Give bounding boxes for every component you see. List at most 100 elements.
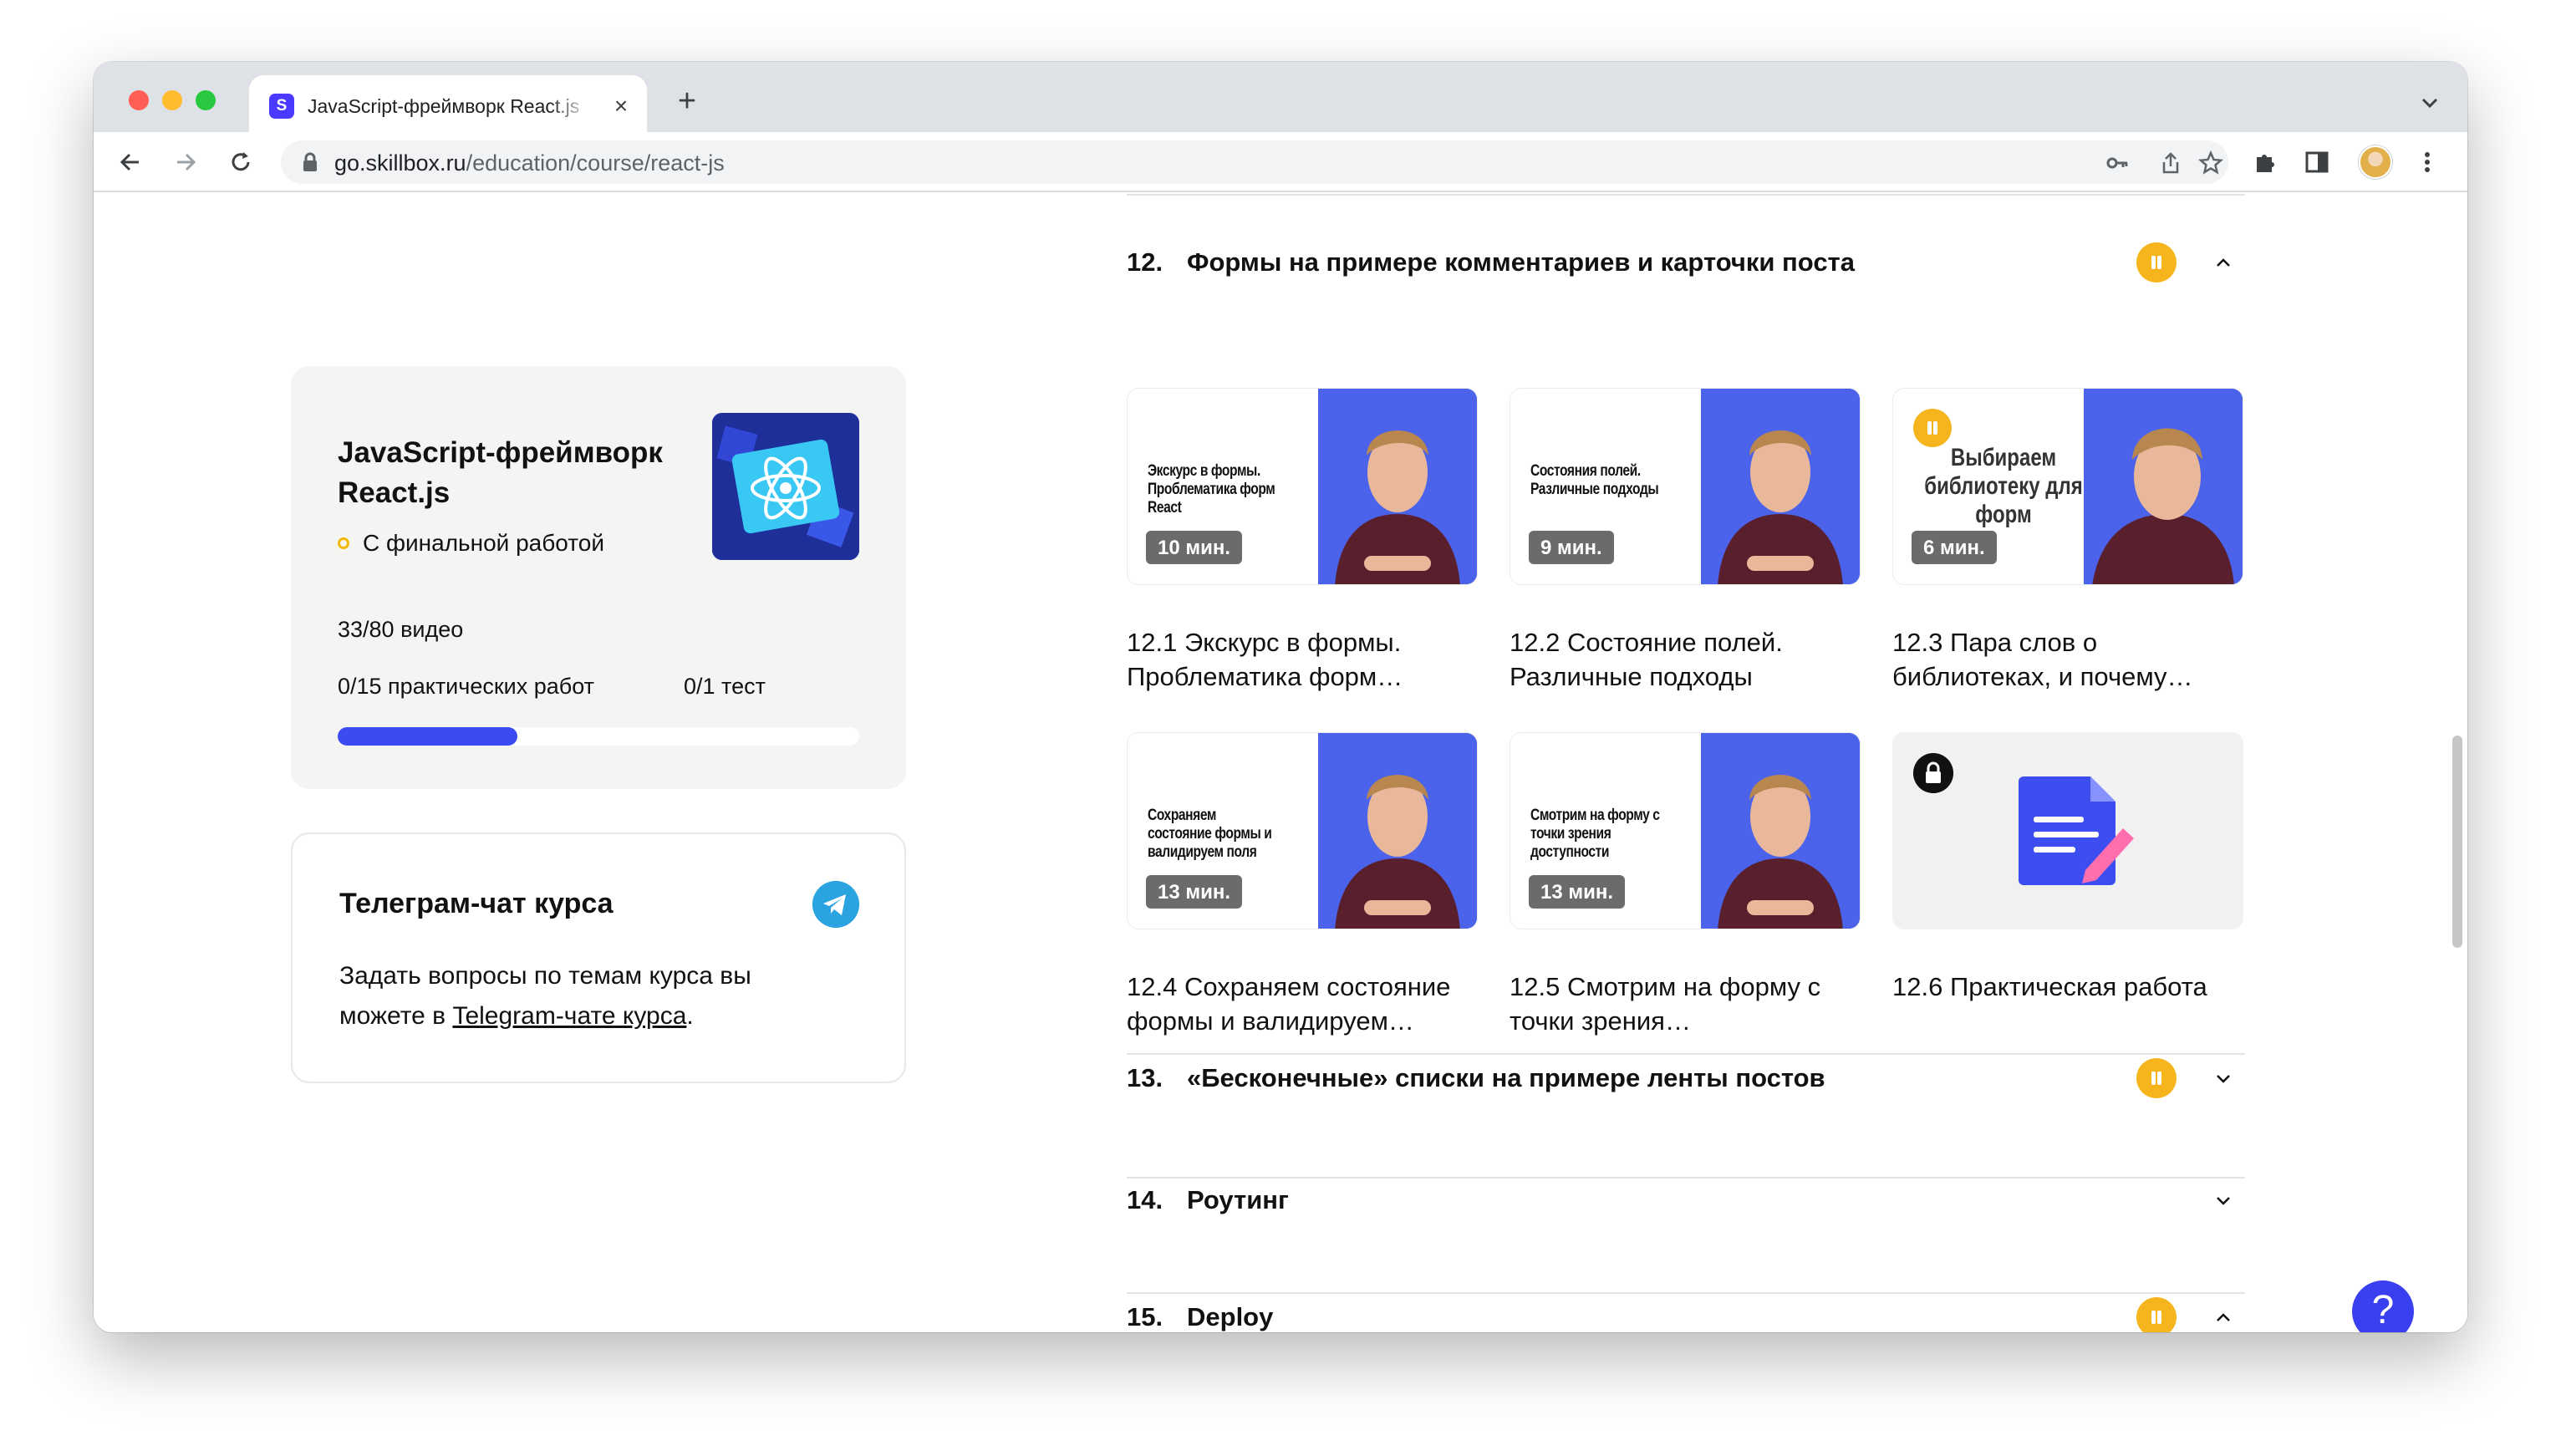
pause-icon (2136, 242, 2177, 283)
final-work-badge: С финальной работой (338, 530, 604, 557)
lesson-thumbnail[interactable]: Сохраняем состояние формы и валидируем п… (1127, 732, 1478, 929)
minimize-window-button[interactable] (162, 90, 182, 110)
videos-stat: 33/80 видео (338, 617, 464, 642)
course-summary-card: JavaScript-фреймворк React.js С финально… (291, 366, 906, 789)
duration-badge: 6 мин. (1912, 531, 1997, 564)
duration-badge: 10 мин. (1146, 531, 1243, 564)
lock-icon[interactable] (301, 152, 319, 172)
tab-close-icon[interactable]: × (607, 92, 635, 120)
tab-title: JavaScript-фреймворк React.js (308, 95, 580, 117)
slide-title: Экскурс в формы. Проблематика форм React (1148, 462, 1275, 517)
section-number: 15. (1127, 1302, 1163, 1331)
lesson-title[interactable]: 12.2 Состояние полей. Различные подходы (1510, 625, 1861, 694)
presenter-image (1701, 389, 1860, 584)
practice-stat: 0/15 практических работ (338, 674, 595, 699)
telegram-chat-link[interactable]: Telegram-чате курса (452, 1002, 686, 1030)
close-window-button[interactable] (129, 90, 149, 110)
skillbox-favicon-icon: S (269, 94, 294, 119)
section-title: Deploy (1187, 1302, 1274, 1331)
extensions-puzzle-icon[interactable] (2252, 149, 2278, 176)
side-panel-icon[interactable] (2304, 149, 2330, 176)
section-12-header[interactable]: 12. Формы на примере комментариев и карт… (1127, 239, 2245, 289)
menu-dots-icon[interactable] (2414, 149, 2441, 176)
telegram-card-text: Задать вопросы по темам курса вы можете … (339, 956, 807, 1036)
reload-icon[interactable] (226, 147, 256, 177)
lesson-title[interactable]: 12.5 Смотрим на форму с точки зрения… (1510, 970, 1861, 1038)
browser-toolbar: go.skillbox.ru/education/course/react-js (94, 132, 2467, 192)
chevron-down-icon[interactable] (2210, 1187, 2237, 1214)
course-cover-image (712, 413, 859, 560)
url-path: /education/course/react-js (466, 150, 725, 176)
url-domain: go.skillbox.ru (334, 150, 466, 176)
lesson-thumbnail[interactable]: Выбираем библиотеку для форм 6 мин. (1892, 388, 2243, 585)
maximize-window-button[interactable] (196, 90, 216, 110)
presenter-image (1701, 733, 1860, 929)
key-icon[interactable] (2105, 150, 2130, 176)
lesson-title[interactable]: 12.6 Практическая работа (1892, 970, 2243, 1004)
course-progress-fill (338, 727, 517, 746)
slide-title: Состояния полей. Различные подходы (1530, 462, 1659, 498)
telegram-text-after: . (686, 1002, 694, 1030)
share-icon[interactable] (2158, 150, 2183, 176)
browser-tab[interactable]: S JavaScript-фреймворк React.js × (249, 75, 647, 132)
lesson-card[interactable]: Состояния полей. Различные подходы 9 мин… (1510, 388, 1861, 694)
chevron-up-icon[interactable] (2210, 249, 2237, 276)
section-14-header[interactable]: 14. Роутинг (1127, 1177, 2245, 1227)
browser-window: S JavaScript-фреймворк React.js × + go.s… (94, 62, 2467, 1332)
telegram-icon[interactable] (812, 881, 859, 928)
section-number: 14. (1127, 1185, 1163, 1214)
course-progress-bar (338, 727, 859, 746)
lesson-thumbnail[interactable] (1892, 732, 2243, 929)
section-number: 12. (1127, 247, 1163, 277)
presenter-image (1318, 389, 1477, 584)
slide-title: Выбираем библиотеку для форм (1924, 444, 2083, 528)
section-title: «Бесконечные» списки на примере ленты по… (1187, 1063, 1825, 1092)
bookmark-star-icon[interactable] (2198, 150, 2223, 176)
slide-title: Сохраняем состояние формы и валидируем п… (1148, 807, 1272, 861)
url-text: go.skillbox.ru/education/course/react-js (334, 150, 725, 176)
chevron-down-icon[interactable] (2210, 1065, 2237, 1092)
chevron-up-icon[interactable] (2210, 1304, 2237, 1331)
section-title: Формы на примере комментариев и карточки… (1187, 247, 1855, 277)
page-content: JavaScript-фреймворк React.js С финально… (94, 194, 2467, 1332)
final-work-label: С финальной работой (363, 530, 604, 556)
section-title: Роутинг (1187, 1185, 1289, 1214)
new-tab-icon[interactable]: + (670, 85, 704, 119)
lesson-thumbnail[interactable]: Смотрим на форму с точки зрения доступно… (1510, 732, 1861, 929)
tab-bar: S JavaScript-фреймворк React.js × + (94, 62, 2467, 132)
presenter-image (1318, 733, 1477, 929)
pause-icon (2136, 1058, 2177, 1098)
lesson-title[interactable]: 12.1 Экскурс в формы. Проблематика форм… (1127, 625, 1478, 694)
lesson-card[interactable]: Экскурс в формы. Проблематика форм React… (1127, 388, 1478, 694)
lesson-title[interactable]: 12.4 Сохраняем состояние формы и валидир… (1127, 970, 1478, 1038)
slide-title: Смотрим на форму с точки зрения доступно… (1530, 807, 1660, 861)
duration-badge: 13 мин. (1146, 875, 1243, 909)
course-title: JavaScript-фреймворк React.js (338, 436, 663, 509)
back-icon[interactable] (115, 147, 145, 177)
pause-icon (2136, 1297, 2177, 1332)
lock-icon (1913, 753, 1953, 793)
section-13-header[interactable]: 13. «Бесконечные» списки на примере лент… (1127, 1055, 2245, 1105)
address-bar[interactable]: go.skillbox.ru/education/course/react-js (281, 140, 2228, 184)
page-scrollbar[interactable] (2452, 736, 2462, 948)
pause-icon (1913, 409, 1952, 447)
help-button[interactable]: ? (2352, 1280, 2414, 1332)
lesson-thumbnail[interactable]: Состояния полей. Различные подходы 9 мин… (1510, 388, 1861, 585)
lesson-thumbnail[interactable]: Экскурс в формы. Проблематика форм React… (1127, 388, 1478, 585)
section-number: 13. (1127, 1063, 1163, 1092)
lesson-card[interactable]: Сохраняем состояние формы и валидируем п… (1127, 732, 1478, 1038)
lesson-card[interactable]: Выбираем библиотеку для форм 6 мин. 12.3… (1892, 388, 2243, 694)
lesson-card[interactable]: Смотрим на форму с точки зрения доступно… (1510, 732, 1861, 1038)
tests-stat: 0/1 тест (684, 674, 766, 699)
tab-search-chevron-icon[interactable] (2417, 90, 2442, 115)
profile-avatar[interactable] (2359, 145, 2392, 179)
document-icon (2019, 776, 2134, 885)
telegram-card-title: Телеграм-чат курса (339, 888, 614, 919)
duration-badge: 9 мин. (1529, 531, 1614, 564)
lesson-card[interactable]: 12.6 Практическая работа (1892, 732, 2243, 1004)
lesson-title[interactable]: 12.3 Пара слов о библиотеках, и почему… (1892, 625, 2243, 694)
section-15-header[interactable]: 15. Deploy (1127, 1294, 2245, 1332)
section-divider (1127, 194, 2245, 196)
presenter-image (2084, 389, 2243, 584)
forward-icon[interactable] (171, 147, 201, 177)
